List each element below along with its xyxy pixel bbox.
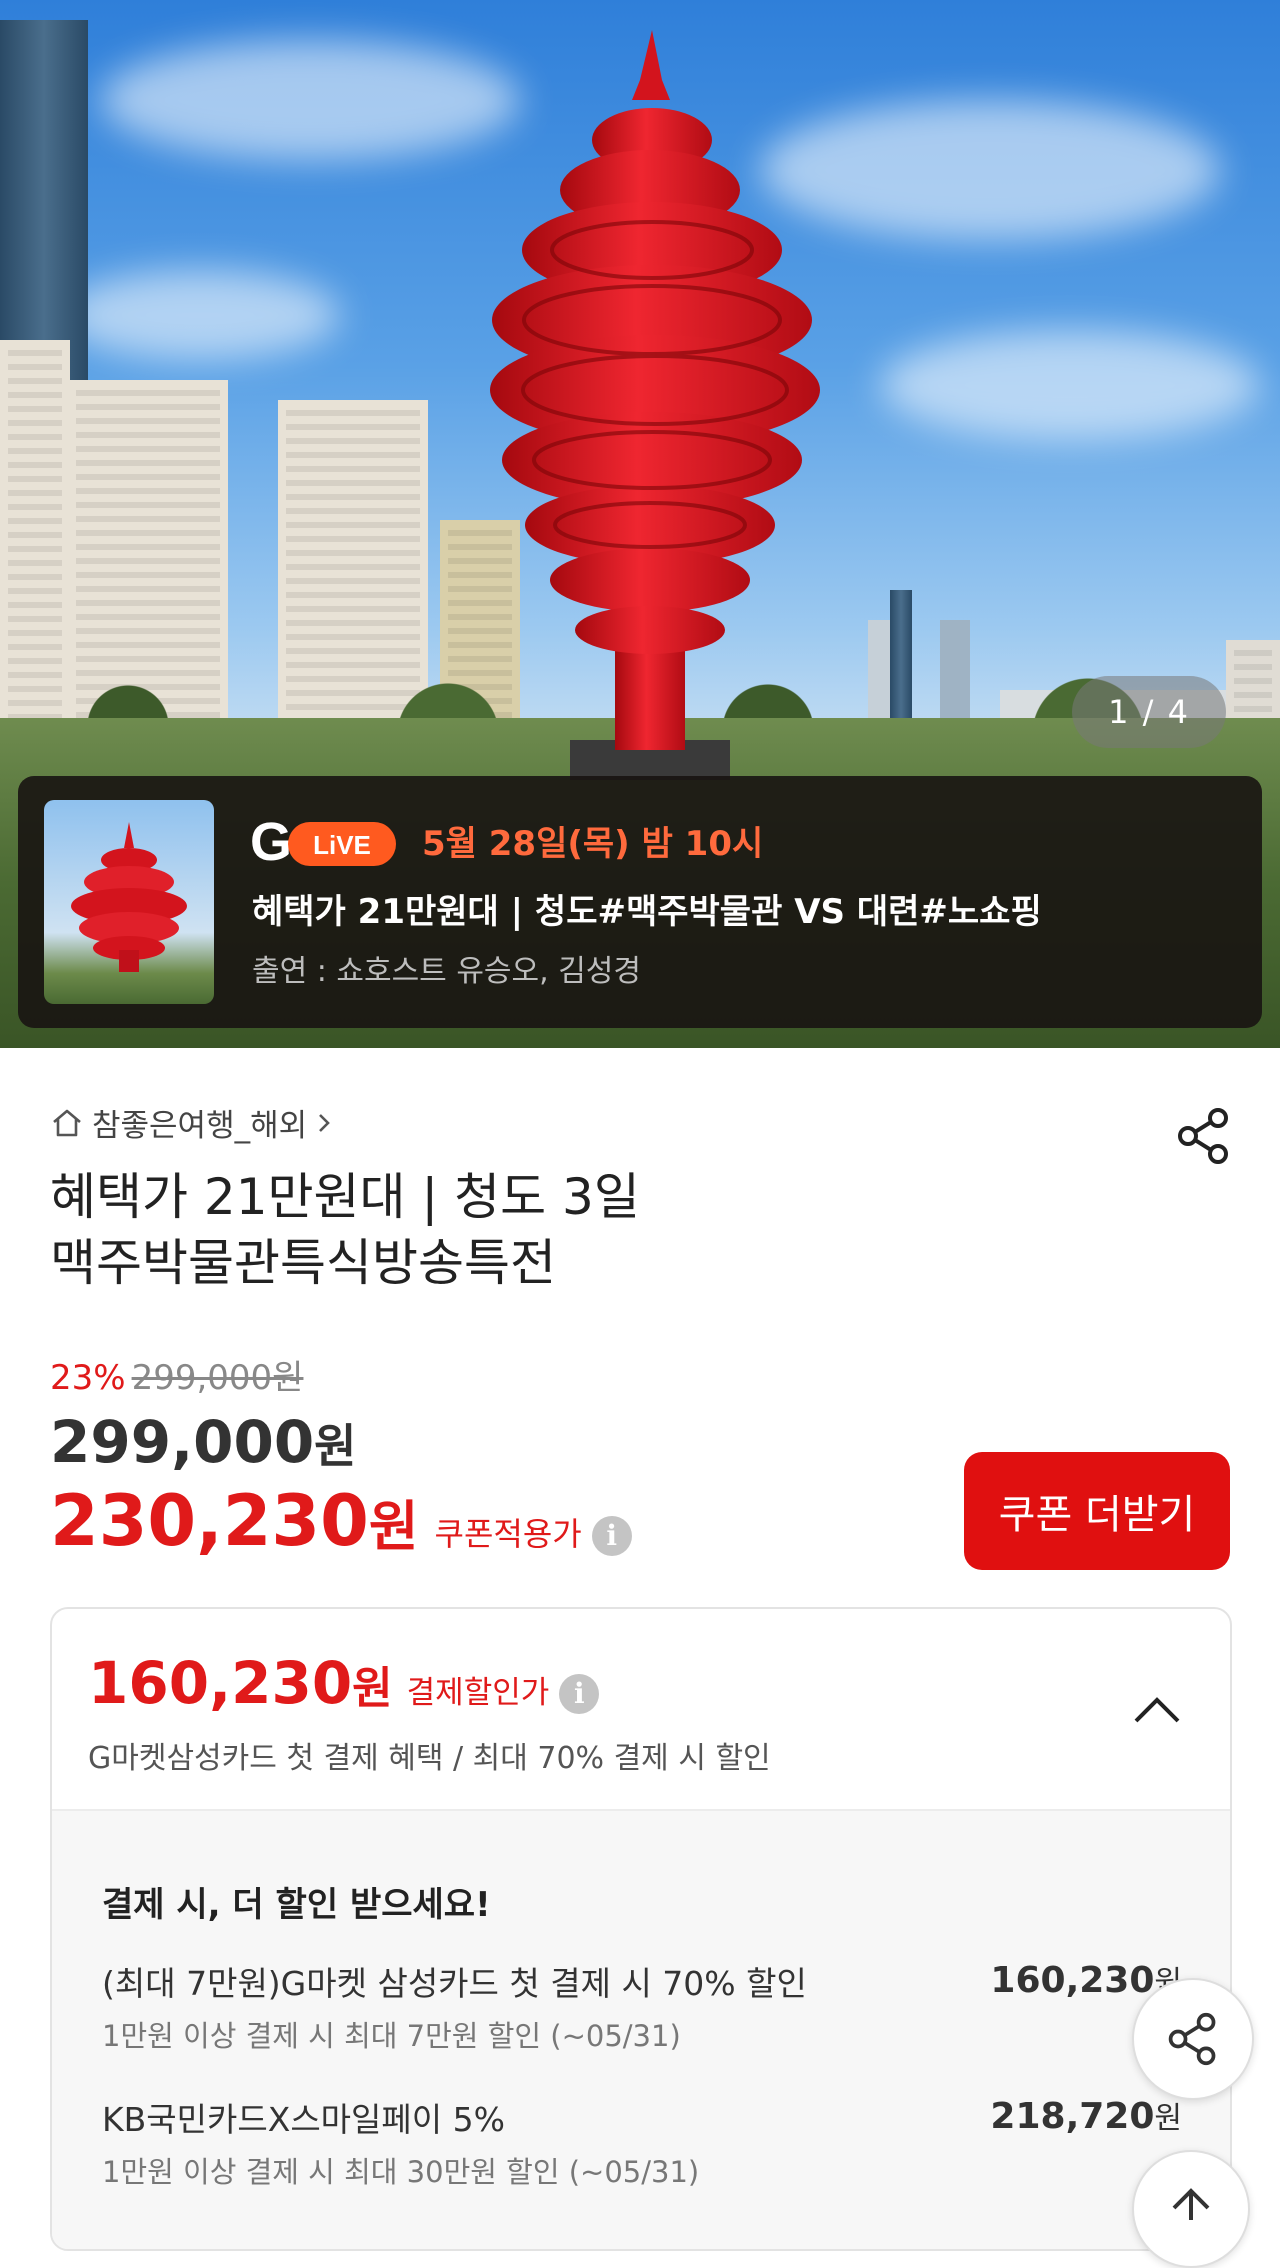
payment-discount-panel: 160,230 원 결제할인가 i G마켓삼성카드 첫 결제 혜택 / 최대 7… [50,1607,1232,2251]
sale-price-unit: 원 [314,1419,357,1473]
offer-amount-number: 218,720 [990,2096,1155,2137]
live-thumbnail [44,800,214,1004]
sale-price: 299,000원 [50,1408,357,1476]
original-price: 299,000원 [131,1358,304,1398]
payment-price-unit: 원 [352,1663,393,1714]
scroll-top-button[interactable] [1132,2150,1250,2268]
payment-price-label: 결제할인가 [406,1675,550,1711]
sky-cloud [880,330,1260,440]
svg-text:G: G [250,812,292,872]
coupon-price-label: 쿠폰적용가 [434,1515,582,1553]
payment-offers-section: 결제 시, 더 할인 받으세요! (최대 7만원)G마켓 삼성카드 첫 결제 시… [52,1811,1230,2249]
offer-amount: 218,720원 [990,2093,1182,2137]
chevron-up-icon[interactable] [1132,1693,1182,1727]
offer-desc: 1만원 이상 결제 시 최대 30만원 할인 (~05/31) [102,2155,700,2189]
payment-discount-header[interactable]: 160,230 원 결제할인가 i G마켓삼성카드 첫 결제 혜택 / 최대 7… [52,1609,1230,1811]
product-title-line2: 맥주박물관특식방송특전 [50,1234,556,1292]
payment-discount-price: 160,230 원 결제할인가 i [88,1649,600,1717]
g-live-logo: G LiVE [250,812,396,872]
payment-discount-subtitle: G마켓삼성카드 첫 결제 혜택 / 최대 70% 결제 시 할인 [88,1741,771,1776]
seller-link[interactable]: 참좋은여행_해외 [50,1100,345,1145]
product-title: 혜택가 21만원대 | 청도 3일 맥주박물관특식방송특전 [50,1164,950,1296]
more-coupons-button[interactable]: 쿠폰 더받기 [964,1452,1230,1570]
floating-share-button[interactable] [1132,1978,1254,2100]
product-title-line1: 혜택가 21만원대 | 청도 3일 [50,1168,640,1226]
chevron-right-icon [319,1113,330,1132]
coupon-price-number: 230,230 [50,1480,369,1562]
svg-text:LiVE: LiVE [313,830,371,860]
red-sculpture [490,30,820,780]
payment-price-number: 160,230 [88,1649,353,1717]
payment-offer-item[interactable]: KB국민카드X스마일페이 5% 1만원 이상 결제 시 최대 30만원 할인 (… [102,2093,1182,2191]
coupon-price: 230,230 원 쿠폰적용가 i [50,1480,632,1562]
product-image-carousel[interactable]: 1 / 4 G LiVE 5월 28일(목) 밤 10시 혜택가 21만원대 |… [0,0,1280,1048]
offer-desc: 1만원 이상 결제 시 최대 7만원 할인 (~05/31) [102,2019,681,2053]
live-cast: 출연 : 쇼호스트 유승오, 김성경 [252,954,641,989]
discount-row: 23% 299,000원 [50,1350,303,1399]
live-date: 5월 28일(목) 밤 10시 [422,824,764,864]
arrow-up-icon [1172,2188,1210,2220]
info-icon[interactable]: i [591,1516,632,1556]
discount-rate: 23% [50,1358,126,1398]
coupon-price-unit: 원 [368,1495,419,1558]
live-broadcast-banner[interactable]: G LiVE 5월 28일(목) 밤 10시 혜택가 21만원대 | 청도#맥주… [18,776,1262,1028]
share-icon[interactable] [1176,1106,1232,1166]
payment-offer-item[interactable]: (최대 7만원)G마켓 삼성카드 첫 결제 시 70% 할인 1만원 이상 결제… [102,1957,1182,2055]
payment-offers-title: 결제 시, 더 할인 받으세요! [102,1885,491,1925]
sky-cloud [60,270,340,360]
seller-name: 참좋은여행_해외 [92,1108,308,1144]
offer-amount-number: 160,230 [990,1960,1155,2001]
image-pager: 1 / 4 [1072,676,1226,748]
offer-amount-unit: 원 [1154,2101,1182,2136]
sale-price-number: 299,000 [50,1408,315,1476]
live-title: 혜택가 21만원대 | 청도#맥주박물관 VS 대련#노쇼핑 [252,892,1042,932]
share-icon [1168,2012,1216,2066]
info-icon[interactable]: i [559,1674,600,1714]
home-icon [53,1109,81,1136]
